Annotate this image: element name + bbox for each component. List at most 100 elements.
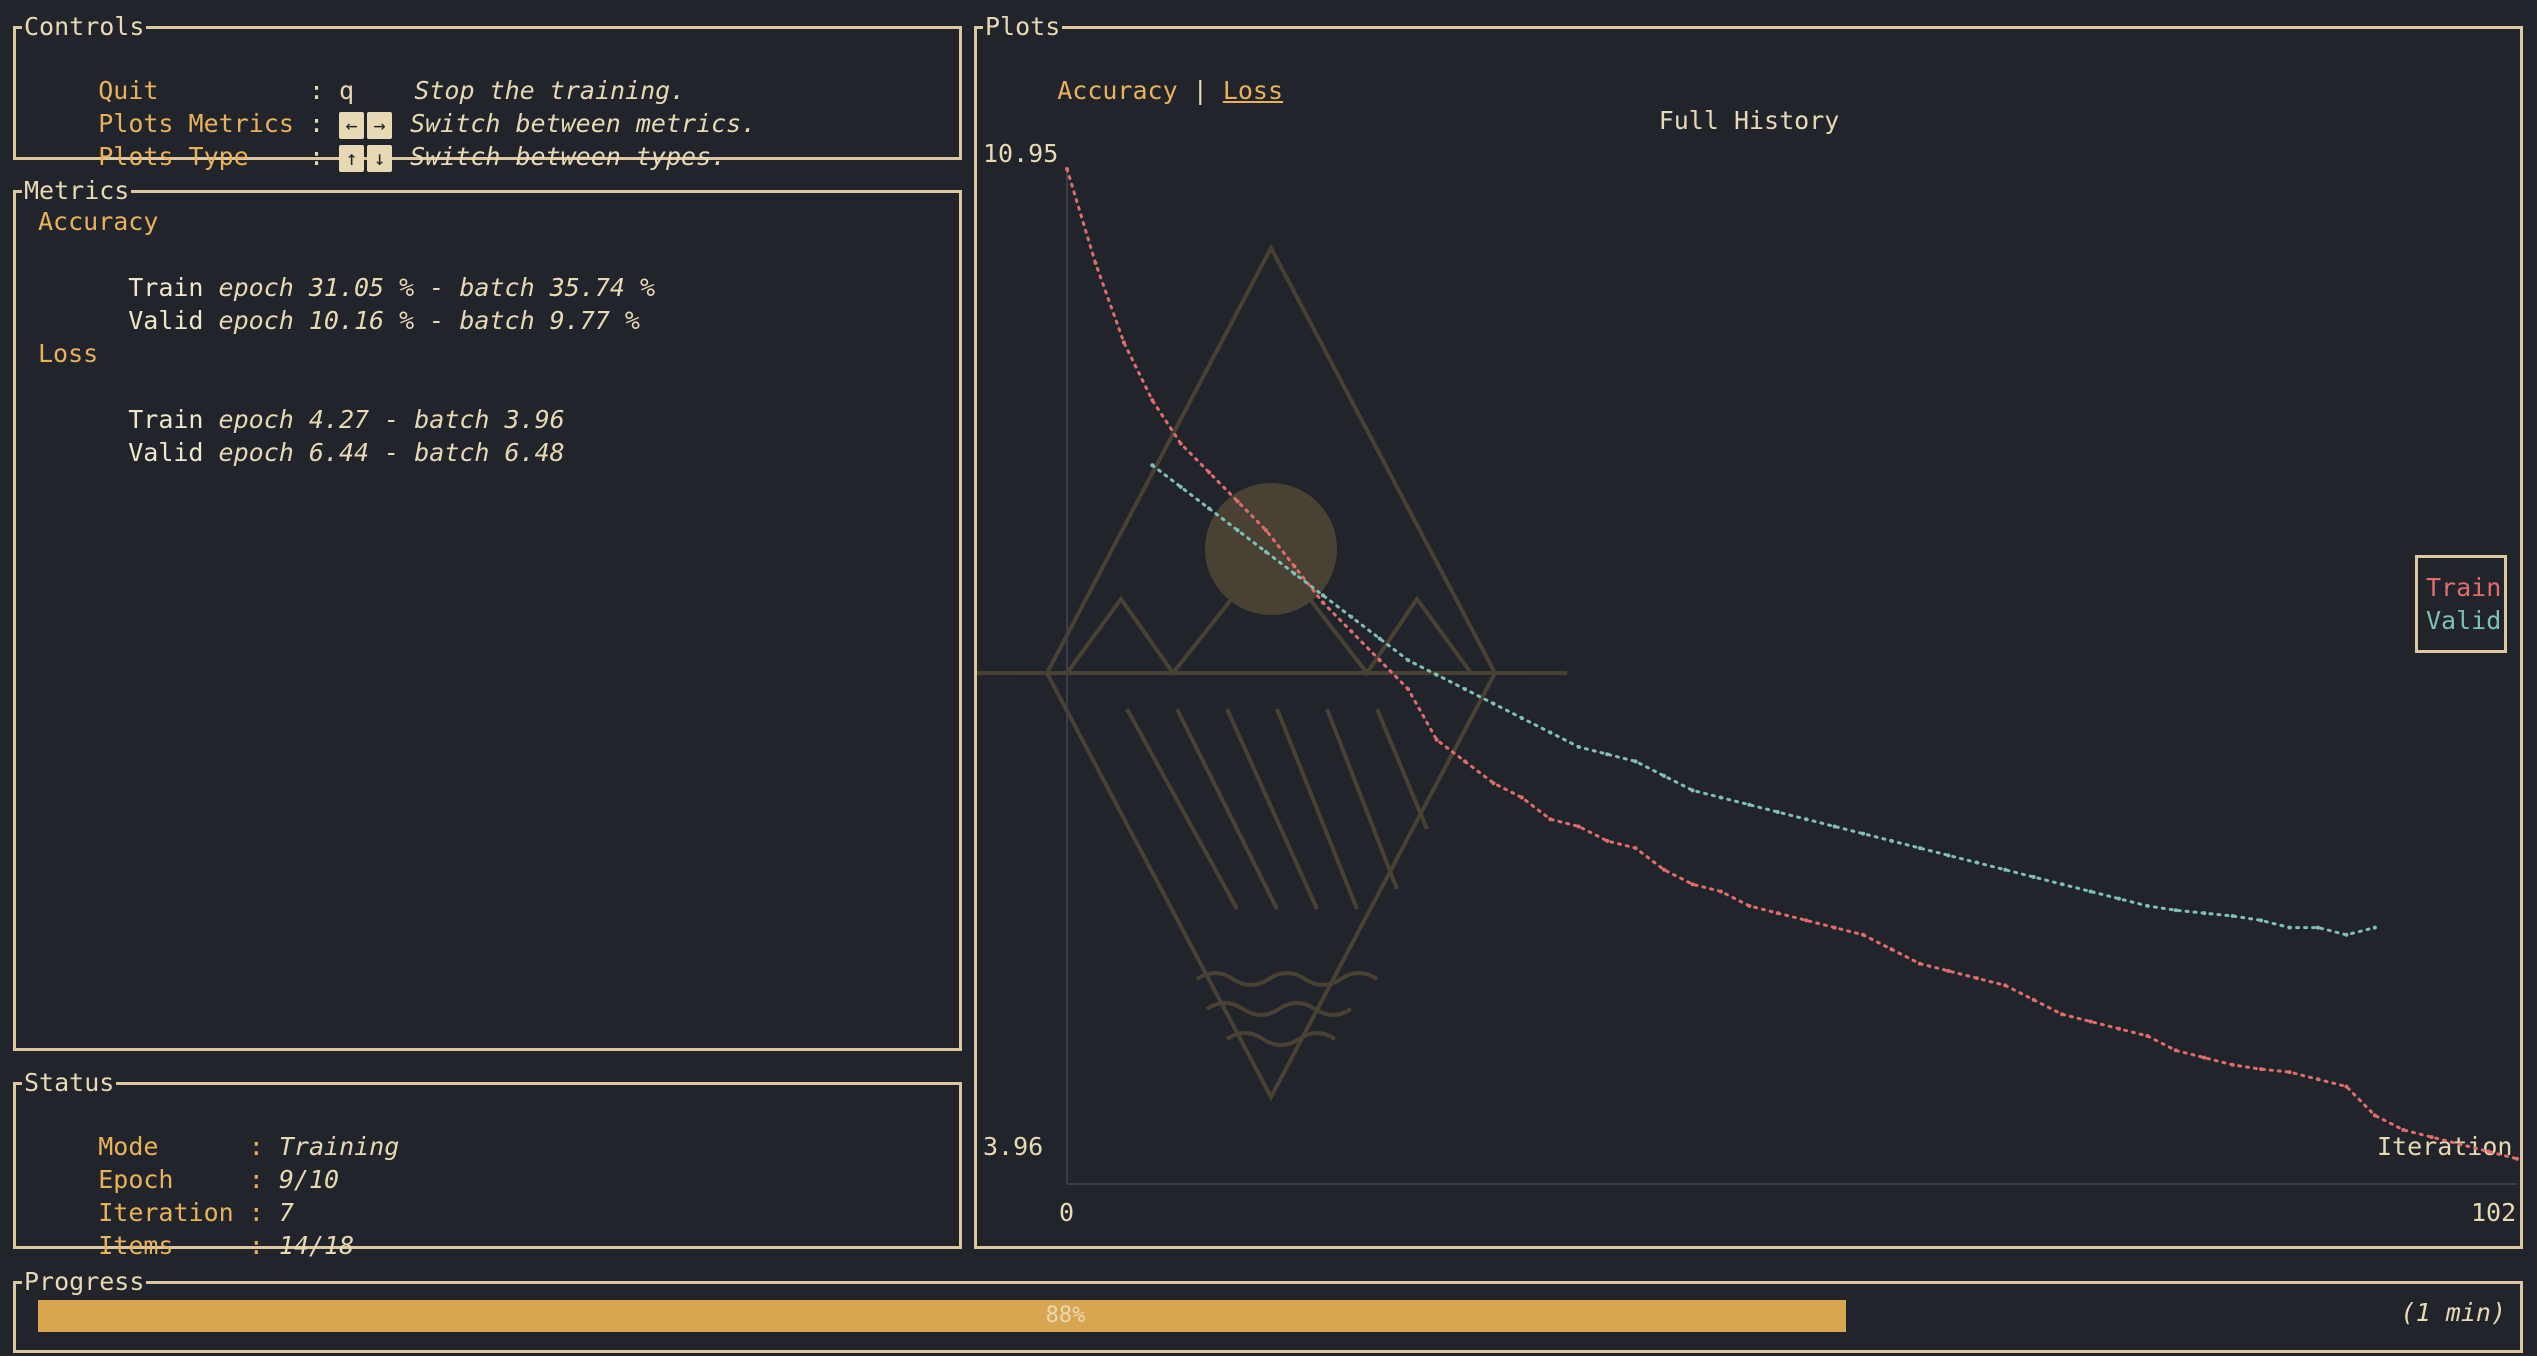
series-train-point [1491, 781, 1496, 786]
y-tick-min: 3.96 [983, 1132, 1043, 1161]
status-items-value: 14/18 [278, 1231, 355, 1260]
series-train-point [1178, 441, 1183, 446]
controls-panel: Controls Quit : q Stop the training. Plo… [13, 12, 962, 172]
series-valid-point [2259, 918, 2264, 923]
series-valid-point [2088, 889, 2093, 894]
series-train-point [2060, 1012, 2065, 1017]
series-train-point [1519, 795, 1524, 800]
status-title: Status [22, 1068, 117, 1098]
series-train-point [1974, 976, 1979, 981]
series-valid-point [1264, 549, 1269, 554]
progress-eta: (1 min) [2400, 1298, 2506, 1327]
series-train-point [1320, 600, 1325, 605]
series-valid-point [2344, 932, 2349, 937]
x-tick-min: 0 [1059, 1198, 1074, 1227]
series-train-point [1463, 759, 1468, 764]
series-valid-point [1832, 824, 1837, 829]
series-valid-point [1576, 744, 1581, 749]
series-valid-point [1974, 860, 1979, 865]
series-valid-point [2060, 882, 2065, 887]
status-panel: Status Mode : Training Epoch : 9/10 Iter… [13, 1068, 962, 1260]
series-train-point [1576, 824, 1581, 829]
series-valid-point [1690, 788, 1695, 793]
series-train-point [1121, 340, 1126, 345]
series-train-point [1434, 737, 1439, 742]
chart-legend: Train Valid [2415, 555, 2507, 653]
series-valid-point [2202, 911, 2207, 916]
series-valid-point [1377, 636, 1382, 641]
series-valid-point [1519, 716, 1524, 721]
series-train-point [1065, 167, 1069, 171]
progress-percent: 88% [1045, 1303, 1086, 1328]
series-valid-point [1861, 831, 1866, 836]
series-train-point [1264, 528, 1269, 533]
series-train-line [1065, 167, 2519, 1161]
series-valid-point [1747, 802, 1752, 807]
series-valid-point [1804, 817, 1809, 822]
series-train-point [2230, 1062, 2235, 1067]
series-train-point [1917, 961, 1922, 966]
series-valid-point [1320, 593, 1325, 598]
series-valid-point [1406, 658, 1411, 663]
series-valid-point [1662, 773, 1667, 778]
series-train-point [1690, 882, 1695, 887]
series-valid-point [1775, 809, 1780, 814]
series-valid-point [1491, 701, 1496, 706]
series-train-point [2344, 1084, 2349, 1089]
series-train-point [2486, 1149, 2491, 1154]
series-train-point [2031, 997, 2036, 1002]
series-valid-point [2287, 925, 2292, 930]
progress-title: Progress [22, 1267, 147, 1297]
series-train-point [1747, 903, 1752, 908]
series-valid-point [2003, 867, 2008, 872]
series-train-point [1406, 687, 1411, 692]
series-valid-point [1463, 687, 1468, 692]
series-train-point [1633, 846, 1638, 851]
series-train-point [2202, 1055, 2207, 1060]
progress-panel: Progress 88% (1 min) [13, 1267, 2523, 1353]
series-valid-point [1150, 463, 1155, 468]
series-valid-point [2031, 875, 2036, 880]
series-train-point [2458, 1142, 2463, 1147]
series-train-point [1093, 260, 1098, 265]
series-train-point [2315, 1077, 2320, 1082]
legend-valid: Valid [2426, 606, 2502, 635]
series-train-point [1150, 398, 1155, 403]
series-valid-line [1150, 463, 2377, 937]
series-valid-point [2173, 908, 2178, 913]
series-train-point [2401, 1127, 2406, 1132]
series-valid-point [2372, 925, 2377, 930]
series-valid-point [1917, 846, 1922, 851]
metrics-accuracy-valid: Valid epoch 10.16 % - batch 9.77 % [128, 306, 640, 335]
series-valid-point [1718, 795, 1723, 800]
series-valid-point [1946, 853, 1951, 858]
chart-title: Full History [1659, 106, 1840, 135]
metrics-accuracy-heading: Accuracy [38, 207, 159, 236]
series-train-point [1377, 658, 1382, 663]
series-valid-point [2315, 925, 2320, 930]
series-valid-point [1434, 672, 1439, 677]
series-train-point [1718, 889, 1723, 894]
series-valid-point [2145, 903, 2150, 908]
series-valid-point [1889, 838, 1894, 843]
series-valid-point [1292, 571, 1297, 576]
series-train-point [1889, 947, 1894, 952]
series-train-point [2287, 1070, 2292, 1075]
series-train-point [2173, 1048, 2178, 1053]
series-train-point [2372, 1113, 2377, 1118]
series-train-point [2088, 1019, 2093, 1024]
series-train-point [2003, 983, 2008, 988]
series-valid-point [2116, 896, 2121, 901]
series-valid-point [1349, 614, 1354, 619]
loss-chart: Full History 10.95 3.96 0 102 Iteration [977, 106, 2519, 1227]
progress-bar: 88% [38, 1300, 2093, 1332]
plots-panel: Plots Accuracy | Loss Full History 10.95… [974, 12, 2523, 1249]
arrow-up-icon: ↑ [339, 144, 365, 172]
logo-watermark-icon [977, 243, 1567, 1102]
controls-title: Controls [22, 12, 147, 42]
series-train-point [1548, 817, 1553, 822]
series-train-point [2429, 1135, 2434, 1140]
series-valid-point [1207, 506, 1212, 511]
series-train-point [1946, 968, 1951, 973]
metrics-accuracy-valid-value: epoch 10.16 % - batch 9.77 % [218, 306, 640, 335]
